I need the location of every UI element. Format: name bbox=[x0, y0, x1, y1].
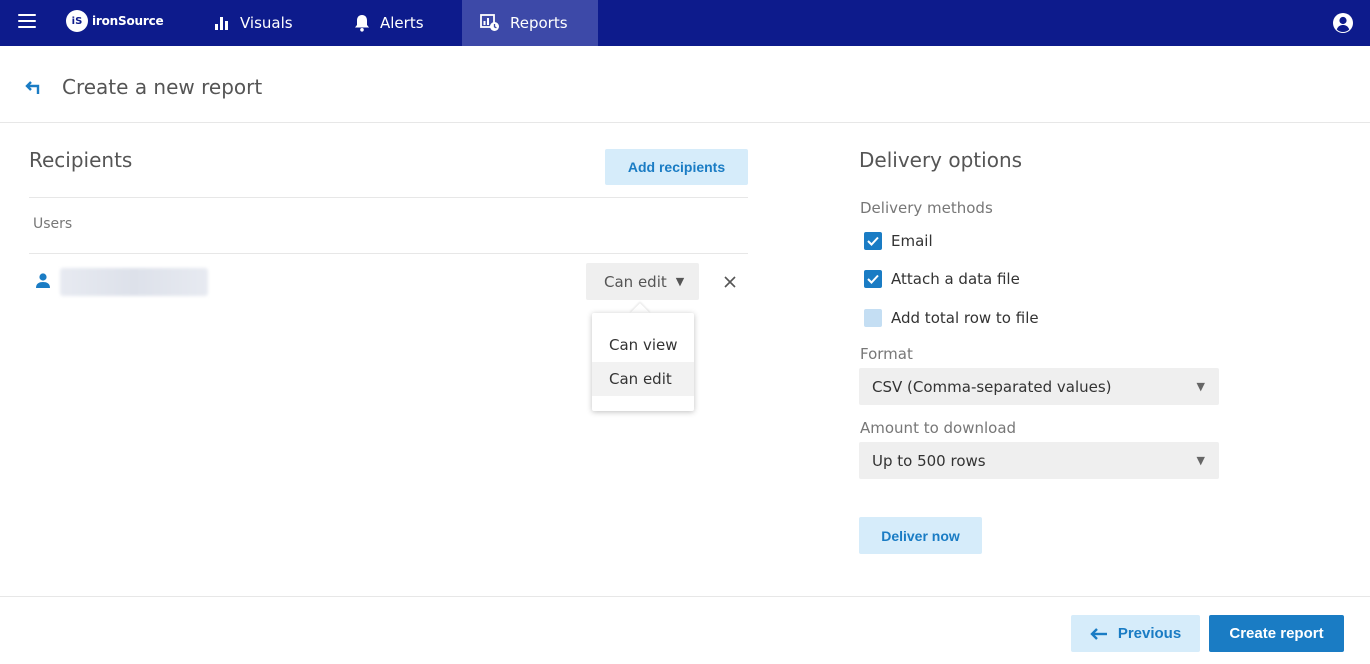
nav-item-label: Reports bbox=[510, 14, 568, 32]
create-report-button[interactable]: Create report bbox=[1209, 615, 1344, 652]
deliver-now-button[interactable]: Deliver now bbox=[859, 517, 982, 554]
nav-item-label: Alerts bbox=[380, 14, 424, 32]
checkbox-checked-icon[interactable] bbox=[864, 270, 882, 288]
checkbox-email[interactable]: Email bbox=[864, 232, 933, 250]
checkbox-label: Attach a data file bbox=[891, 270, 1020, 288]
bar-chart-icon bbox=[215, 17, 228, 30]
format-select[interactable]: CSV (Comma-separated values) ▼ bbox=[859, 368, 1219, 405]
user-account-icon[interactable] bbox=[1332, 12, 1354, 34]
person-icon bbox=[36, 273, 50, 288]
previous-button-label: Previous bbox=[1117, 625, 1182, 642]
logo-text: ironSource bbox=[92, 14, 164, 28]
ironsource-logo[interactable]: iS ironSource bbox=[66, 9, 164, 33]
checkbox-add-total-row[interactable]: Add total row to file bbox=[864, 309, 1039, 327]
nav-item-reports[interactable]: Reports bbox=[462, 0, 598, 46]
logo-mark: iS bbox=[66, 10, 88, 32]
footer-divider bbox=[0, 596, 1370, 597]
checkbox-label: Add total row to file bbox=[891, 309, 1039, 327]
delivery-methods-label: Delivery methods bbox=[860, 199, 993, 217]
report-clock-icon bbox=[480, 14, 499, 31]
nav-item-label: Visuals bbox=[240, 14, 293, 32]
users-column-header: Users bbox=[33, 216, 73, 232]
hamburger-menu-icon[interactable] bbox=[18, 14, 36, 28]
back-arrow-icon[interactable] bbox=[24, 80, 42, 96]
header-divider bbox=[0, 122, 1370, 123]
arrow-left-icon bbox=[1090, 627, 1107, 640]
amount-value: Up to 500 rows bbox=[872, 451, 986, 470]
permission-dropdown-menu: Can view Can edit bbox=[592, 313, 694, 411]
checkbox-unchecked-icon[interactable] bbox=[864, 309, 882, 327]
caret-down-icon: ▼ bbox=[675, 275, 685, 288]
nav-item-alerts[interactable]: Alerts bbox=[354, 0, 424, 46]
add-recipients-button[interactable]: Add recipients bbox=[605, 149, 748, 185]
caret-down-icon: ▼ bbox=[1196, 454, 1205, 467]
top-navigation-bar: iS ironSource Visuals Alerts Reports bbox=[0, 0, 1370, 46]
format-label: Format bbox=[860, 345, 913, 363]
previous-button[interactable]: Previous bbox=[1071, 615, 1200, 652]
menu-item-can-edit[interactable]: Can edit bbox=[592, 362, 694, 396]
checkbox-checked-icon[interactable] bbox=[864, 232, 882, 250]
nav-item-visuals[interactable]: Visuals bbox=[214, 0, 293, 46]
permission-dropdown[interactable]: Can edit ▼ bbox=[586, 263, 699, 300]
recipients-title: Recipients bbox=[29, 148, 133, 172]
users-divider bbox=[29, 253, 748, 254]
recipient-name-redacted bbox=[60, 268, 208, 296]
amount-label: Amount to download bbox=[860, 419, 1017, 437]
recipients-divider bbox=[29, 197, 748, 198]
permission-value: Can edit bbox=[604, 272, 667, 291]
page-title: Create a new report bbox=[62, 75, 263, 99]
checkbox-attach-data-file[interactable]: Attach a data file bbox=[864, 270, 1020, 288]
format-value: CSV (Comma-separated values) bbox=[872, 377, 1112, 396]
caret-down-icon: ▼ bbox=[1196, 380, 1205, 393]
checkbox-label: Email bbox=[891, 232, 933, 250]
close-icon[interactable] bbox=[720, 272, 740, 292]
bell-icon bbox=[355, 15, 369, 32]
delivery-options-title: Delivery options bbox=[859, 148, 1023, 172]
amount-select[interactable]: Up to 500 rows ▼ bbox=[859, 442, 1219, 479]
menu-item-can-view[interactable]: Can view bbox=[592, 328, 694, 362]
